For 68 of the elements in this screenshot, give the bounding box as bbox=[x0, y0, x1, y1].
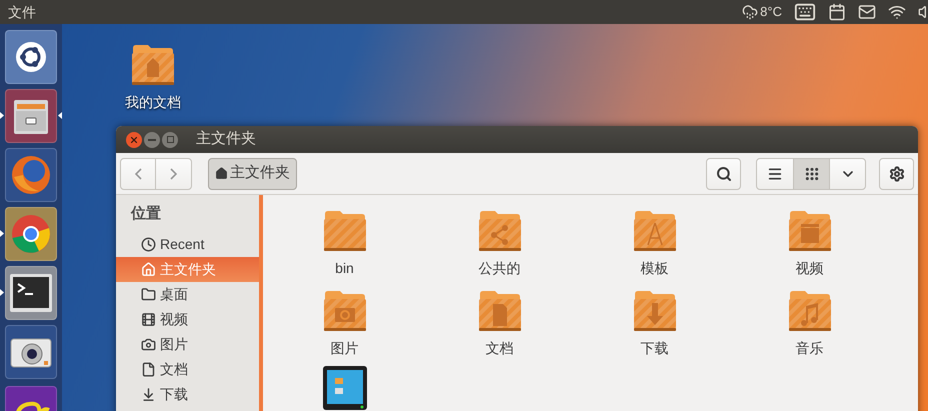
pictures-folder-icon bbox=[322, 290, 366, 332]
desktop-icon-label[interactable]: 我的文档 bbox=[125, 92, 181, 113]
file-name: 公共的 bbox=[478, 259, 520, 278]
video-folder-icon bbox=[788, 210, 832, 252]
documents-folder-icon bbox=[478, 290, 522, 332]
file-name: 模板 bbox=[640, 259, 668, 278]
settings-icon bbox=[888, 166, 904, 182]
fox-globe-icon bbox=[9, 153, 53, 197]
close-button[interactable] bbox=[126, 132, 142, 148]
view-button[interactable] bbox=[793, 158, 829, 188]
launcher-tile[interactable] bbox=[5, 148, 57, 202]
launcher-tile[interactable] bbox=[5, 30, 57, 84]
clock-icon bbox=[141, 236, 156, 252]
film-icon bbox=[141, 312, 156, 326]
home-icon bbox=[215, 167, 228, 180]
sidebar-item[interactable]: Recent bbox=[116, 232, 259, 256]
forward-icon bbox=[170, 168, 177, 180]
home-folder-icon bbox=[131, 44, 175, 86]
maximize-icon bbox=[166, 136, 174, 143]
launcher-tile[interactable] bbox=[5, 207, 57, 261]
window-title: 主文件夹 bbox=[196, 129, 256, 150]
launcher-tile[interactable] bbox=[5, 325, 57, 379]
grid-view-icon bbox=[804, 166, 820, 182]
app-menu[interactable]: 文件 bbox=[8, 2, 36, 22]
logo-icon bbox=[13, 39, 49, 75]
document-icon bbox=[141, 362, 156, 376]
keyboard-icon[interactable] bbox=[794, 1, 816, 23]
sidebar-item[interactable]: 文档 bbox=[116, 356, 259, 382]
minimize-icon bbox=[148, 138, 156, 140]
search-icon bbox=[716, 166, 732, 182]
templates-folder-icon bbox=[632, 210, 676, 252]
camera-icon bbox=[141, 336, 156, 352]
sidebar-item[interactable]: 桌面 bbox=[116, 282, 259, 306]
file-name: 下载 bbox=[640, 339, 668, 358]
download-icon bbox=[141, 386, 156, 402]
settings-button[interactable] bbox=[879, 158, 914, 190]
file-name: bin bbox=[335, 259, 354, 278]
close-icon bbox=[131, 136, 137, 142]
minimize-button[interactable] bbox=[144, 132, 160, 148]
weather-icon[interactable] bbox=[742, 4, 758, 20]
sidebar-item[interactable]: 图片 bbox=[116, 332, 259, 356]
file-name: 图片 bbox=[330, 339, 358, 358]
sidebar-item[interactable]: 视频 bbox=[116, 306, 259, 332]
home-icon bbox=[141, 262, 156, 276]
terminal-icon bbox=[10, 274, 52, 312]
mail-icon[interactable] bbox=[858, 3, 876, 21]
music-folder-icon bbox=[788, 290, 832, 332]
back-icon bbox=[134, 168, 142, 180]
wifi-icon[interactable] bbox=[888, 3, 906, 21]
downloads-folder-icon bbox=[632, 290, 676, 332]
tricolor-circle-icon bbox=[9, 212, 53, 256]
search-button[interactable] bbox=[706, 158, 741, 190]
launcher-tile[interactable] bbox=[5, 89, 57, 143]
calendar-icon[interactable] bbox=[828, 3, 846, 21]
path-button[interactable]: 主文件夹 bbox=[208, 158, 297, 190]
launcher-tile[interactable] bbox=[5, 266, 57, 320]
sidebar-heading: 位置 bbox=[131, 204, 162, 224]
file-name: 视频 bbox=[796, 259, 824, 278]
app-icon bbox=[322, 366, 366, 410]
temperature[interactable]: 8°C bbox=[760, 2, 782, 22]
shared-folder-icon bbox=[478, 210, 522, 252]
file-name: 音乐 bbox=[796, 339, 824, 358]
maximize-button[interactable] bbox=[162, 132, 178, 148]
folder-icon bbox=[322, 210, 366, 252]
sidebar-item[interactable]: 下载 bbox=[116, 382, 259, 406]
list-view-icon bbox=[767, 166, 783, 182]
folder-icon bbox=[141, 286, 156, 302]
file-name: 文档 bbox=[486, 339, 514, 358]
